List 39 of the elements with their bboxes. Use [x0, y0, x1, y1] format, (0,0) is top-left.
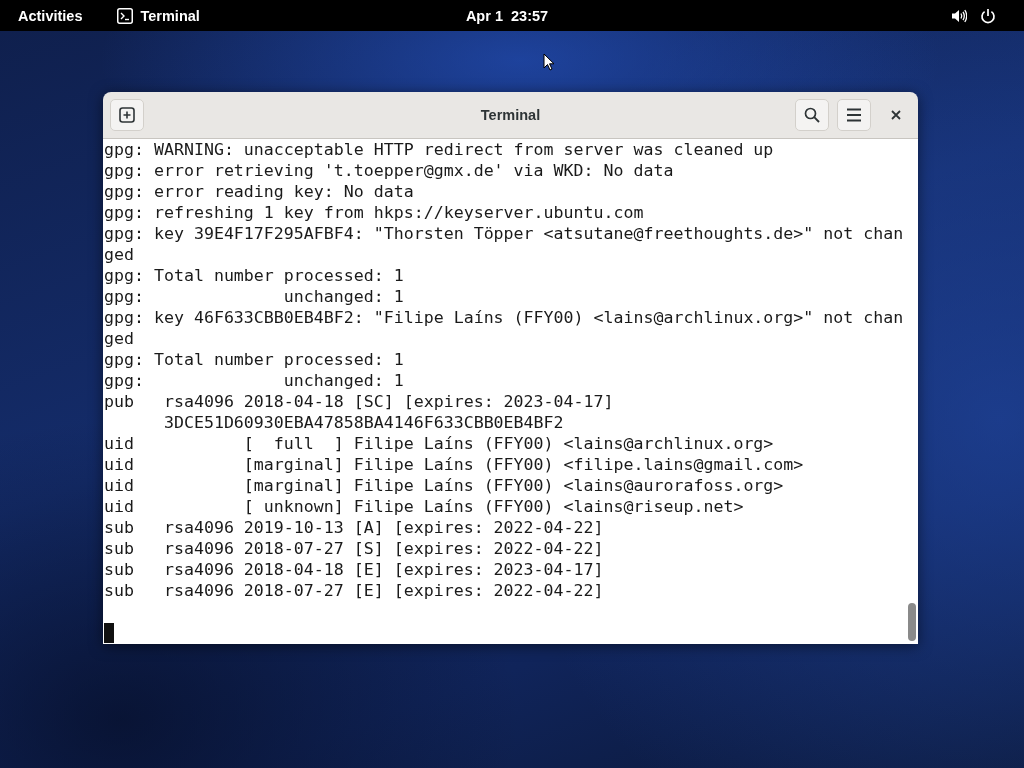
terminal-line: pub rsa4096 2018-04-18 [SC] [expires: 2023-04-17]	[104, 391, 615, 412]
search-icon	[804, 107, 820, 123]
terminal-line: uid [marginal] Filipe Laíns (FFY00) <lains@aurorafoss.org>	[104, 475, 785, 496]
menu-button[interactable]	[837, 99, 871, 131]
power-icon	[980, 7, 996, 24]
search-button[interactable]	[795, 99, 829, 131]
menu-icon	[846, 108, 862, 122]
terminal-line: gpg: unchanged: 1	[104, 370, 405, 391]
terminal-line: uid [marginal] Filipe Laíns (FFY00) <filipe.lains@gmail.com>	[104, 454, 805, 475]
terminal-line: gpg: error retrieving 't.toepper@gmx.de' via WKD: No data	[104, 160, 675, 181]
terminal-line: uid [ full ] Filipe Laíns (FFY00) <lains@archlinux.org>	[104, 433, 775, 454]
terminal-line: ged	[104, 244, 135, 265]
terminal-line: gpg: error reading key: No data	[104, 181, 415, 202]
terminal-line: uid [ unknown] Filipe Laíns (FFY00) <lains@riseup.net>	[104, 496, 745, 517]
terminal-line: sub rsa4096 2018-07-27 [E] [expires: 2022-04-22]	[104, 580, 605, 601]
plus-square-icon	[119, 107, 135, 123]
terminal-line: sub rsa4096 2018-04-18 [E] [expires: 2023-04-17]	[104, 559, 605, 580]
terminal-line: gpg: refreshing 1 key from hkps://keyserver.ubuntu.com	[104, 202, 645, 223]
terminal-line: ged	[104, 328, 135, 349]
terminal-line: gpg: WARNING: unacceptable HTTP redirect from server was cleaned up	[104, 139, 775, 160]
terminal-line: 3DCE51D60930EBA47858BA4146F633CBB0EB4BF2	[162, 412, 565, 433]
window-title: Terminal	[480, 107, 541, 123]
terminal-line: gpg: Total number processed: 1	[104, 265, 405, 286]
app-menu-button[interactable]: Terminal	[100, 0, 210, 31]
clock-button[interactable]: Apr 1 23:57	[453, 0, 561, 31]
speaker-icon	[951, 7, 967, 24]
terminal-line: gpg: Total number processed: 1	[104, 349, 405, 370]
terminal-line: gpg: unchanged: 1	[104, 286, 405, 307]
mouse-pointer-icon	[543, 53, 555, 71]
close-icon	[891, 110, 901, 120]
new-tab-button[interactable]	[110, 99, 144, 131]
cursor-icon	[104, 622, 114, 643]
activities-button[interactable]: Activities	[0, 0, 101, 31]
terminal-line: sub rsa4096 2018-07-27 [S] [expires: 2022-04-22]	[104, 538, 605, 559]
terminal-icon	[117, 7, 134, 24]
scrollbar-thumb[interactable]	[907, 603, 916, 641]
terminal-line: sub rsa4096 2019-10-13 [A] [expires: 2022-04-22]	[104, 517, 605, 538]
terminal-line: gpg: key 46F633CBB0EB4BF2: "Filipe Laíns (FFY00) <lains@archlinux.org>" not chan	[104, 307, 905, 328]
terminal-line: gpg: key 39E4F17F295AFBF4: "Thorsten Töpper <atsutane@freethoughts.de>" not chan	[104, 223, 905, 244]
